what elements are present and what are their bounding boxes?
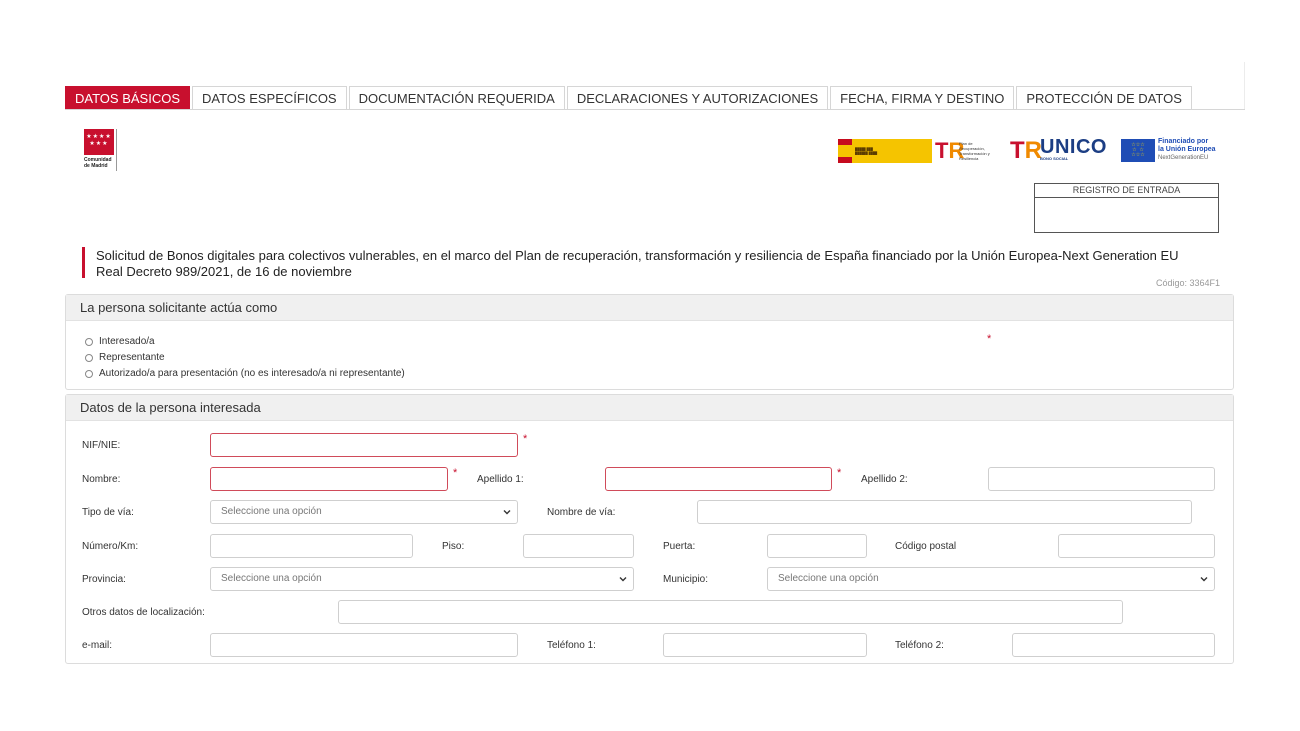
radio-button-icon[interactable]: [85, 369, 93, 378]
eu-text-line1: Financiado por: [1158, 138, 1209, 145]
radio-representante-label: Representante: [99, 352, 165, 363]
telefono2-input[interactable]: [1012, 633, 1215, 657]
plan-recuperacion-text: Plan de Recuperación, Transformación y R…: [959, 141, 990, 161]
municipio-select[interactable]: Seleccione una opción: [767, 567, 1215, 591]
telefono1-label: Teléfono 1:: [547, 640, 596, 651]
required-mark: *: [837, 467, 842, 479]
tab-proteccion-datos[interactable]: PROTECCIÓN DE DATOS: [1016, 86, 1192, 110]
title-accent-bar: [82, 247, 85, 278]
radio-interesado-label: Interesado/a: [99, 336, 155, 347]
tabs-divider: [65, 109, 1245, 110]
tab-datos-basicos[interactable]: DATOS BÁSICOS: [65, 86, 190, 110]
eu-text-line2: la Unión Europea: [1158, 146, 1216, 153]
required-mark: *: [523, 433, 528, 445]
section-persona-interesada: Datos de la persona interesada NIF/NIE: …: [65, 394, 1234, 664]
nif-input[interactable]: [210, 433, 518, 457]
radio-button-icon[interactable]: [85, 353, 93, 362]
radio-autorizado-label: Autorizado/a para presentación (no es in…: [99, 368, 405, 379]
section-interesada-heading: Datos de la persona interesada: [66, 395, 1233, 421]
tipo-via-select[interactable]: Seleccione una opción: [210, 500, 518, 524]
page-title-line2: Real Decreto 989/2021, de 16 de noviembr…: [96, 264, 352, 279]
otros-datos-input[interactable]: [338, 600, 1123, 624]
provincia-selected: Seleccione una opción: [221, 573, 322, 584]
apellido2-label: Apellido 2:: [861, 474, 908, 485]
apellido2-input[interactable]: [988, 467, 1215, 491]
telefono1-input[interactable]: [663, 633, 867, 657]
radio-button-icon[interactable]: [85, 337, 93, 346]
radio-representante[interactable]: Representante: [85, 352, 165, 363]
form-tabs: DATOS BÁSICOS DATOS ESPECÍFICOS DOCUMENT…: [65, 86, 1194, 110]
page-right-border: [1244, 62, 1245, 110]
form-code: Código: 3364F1: [1155, 278, 1220, 288]
tipo-via-selected: Seleccione una opción: [221, 506, 322, 517]
madrid-flag-icon: ★★★★ ★★★: [84, 129, 114, 155]
eu-text-line3: NextGenerationEU: [1158, 155, 1209, 161]
tab-datos-especificos[interactable]: DATOS ESPECÍFICOS: [192, 86, 347, 110]
nombre-label: Nombre:: [82, 474, 121, 485]
page-title-line1: Solicitud de Bonos digitales para colect…: [96, 248, 1179, 263]
comunidad-madrid-logo: ★★★★ ★★★ Comunidad de Madrid: [84, 129, 118, 171]
tab-documentacion-requerida[interactable]: DOCUMENTACIÓN REQUERIDA: [348, 86, 565, 110]
nif-label: NIF/NIE:: [82, 440, 121, 451]
tr-icon: TR: [1010, 137, 1043, 164]
required-mark: *: [453, 467, 458, 479]
apellido1-input[interactable]: [605, 467, 832, 491]
required-mark: *: [987, 333, 992, 345]
eu-flag-icon: ☆☆☆ ☆ ☆ ☆☆☆: [1121, 139, 1155, 162]
registro-entrada-box: REGISTRO DE ENTRADA: [1034, 183, 1219, 233]
radio-interesado[interactable]: Interesado/a: [85, 336, 155, 347]
chevron-down-icon: [1200, 577, 1208, 582]
codigo-postal-input[interactable]: [1058, 534, 1215, 558]
section-solicitante-heading: La persona solicitante actúa como: [66, 295, 1233, 321]
chevron-down-icon: [503, 510, 511, 515]
tab-declaraciones-autorizaciones[interactable]: DECLARACIONES Y AUTORIZACIONES: [566, 86, 829, 110]
logo-text-line2: de Madrid: [84, 163, 108, 169]
apellido1-label: Apellido 1:: [477, 474, 524, 485]
section-solicitante: La persona solicitante actúa como Intere…: [65, 294, 1234, 390]
municipio-selected: Seleccione una opción: [778, 573, 879, 584]
tipo-via-label: Tipo de vía:: [82, 507, 134, 518]
piso-input[interactable]: [523, 534, 634, 558]
unico-subtitle: BONO SOCIAL: [1040, 156, 1069, 161]
chevron-down-icon: [619, 577, 627, 582]
municipio-label: Municipio:: [663, 574, 709, 585]
nombre-input[interactable]: [210, 467, 448, 491]
radio-autorizado[interactable]: Autorizado/a para presentación (no es in…: [85, 368, 405, 379]
puerta-label: Puerta:: [663, 541, 696, 552]
codigo-postal-label: Código postal: [895, 541, 957, 552]
email-label: e-mail:: [82, 640, 113, 651]
eu-funding-text: Financiado por la Unión Europea NextGene…: [1158, 138, 1222, 162]
spain-shield-icon: [838, 139, 852, 163]
provincia-label: Provincia:: [82, 574, 126, 585]
registro-entrada-label: REGISTRO DE ENTRADA: [1035, 184, 1218, 198]
numero-label: Número/Km:: [82, 541, 139, 552]
unico-logo: UNICO: [1040, 136, 1107, 158]
gobierno-espana-logo: █████ ███ ██████ ████: [838, 139, 932, 163]
telefono2-label: Teléfono 2:: [895, 640, 944, 651]
numero-input[interactable]: [210, 534, 413, 558]
nombre-via-label: Nombre de vía:: [547, 507, 616, 518]
email-input[interactable]: [210, 633, 518, 657]
provincia-select[interactable]: Seleccione una opción: [210, 567, 634, 591]
page-title: Solicitud de Bonos digitales para colect…: [96, 248, 1226, 280]
otros-datos-label: Otros datos de localización:: [82, 607, 205, 618]
nombre-via-input[interactable]: [697, 500, 1192, 524]
piso-label: Piso:: [442, 541, 465, 552]
puerta-input[interactable]: [767, 534, 867, 558]
tab-fecha-firma-destino[interactable]: FECHA, FIRMA Y DESTINO: [830, 86, 1015, 110]
